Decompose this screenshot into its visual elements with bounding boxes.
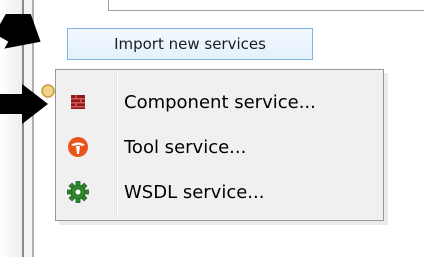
menu-item-label: WSDL service... — [124, 181, 265, 203]
menu-item-component-service[interactable]: Component service... — [58, 83, 381, 121]
import-new-services-button[interactable]: Import new services — [67, 28, 313, 60]
menu-item-label: Component service... — [124, 91, 316, 113]
component-icon — [66, 90, 90, 114]
pointer-arrow-1-icon — [0, 14, 41, 49]
menu-item-wsdl-service[interactable]: WSDL service... — [58, 173, 381, 211]
menu-item-label: Tool service... — [124, 136, 247, 158]
menu-item-tool-service[interactable]: Tool service... — [58, 128, 381, 166]
wsdl-gear-icon — [66, 180, 90, 204]
search-field-edge — [108, 0, 424, 11]
import-services-menu: Component service... Tool service... WSD… — [55, 69, 384, 221]
tool-icon — [66, 135, 90, 159]
